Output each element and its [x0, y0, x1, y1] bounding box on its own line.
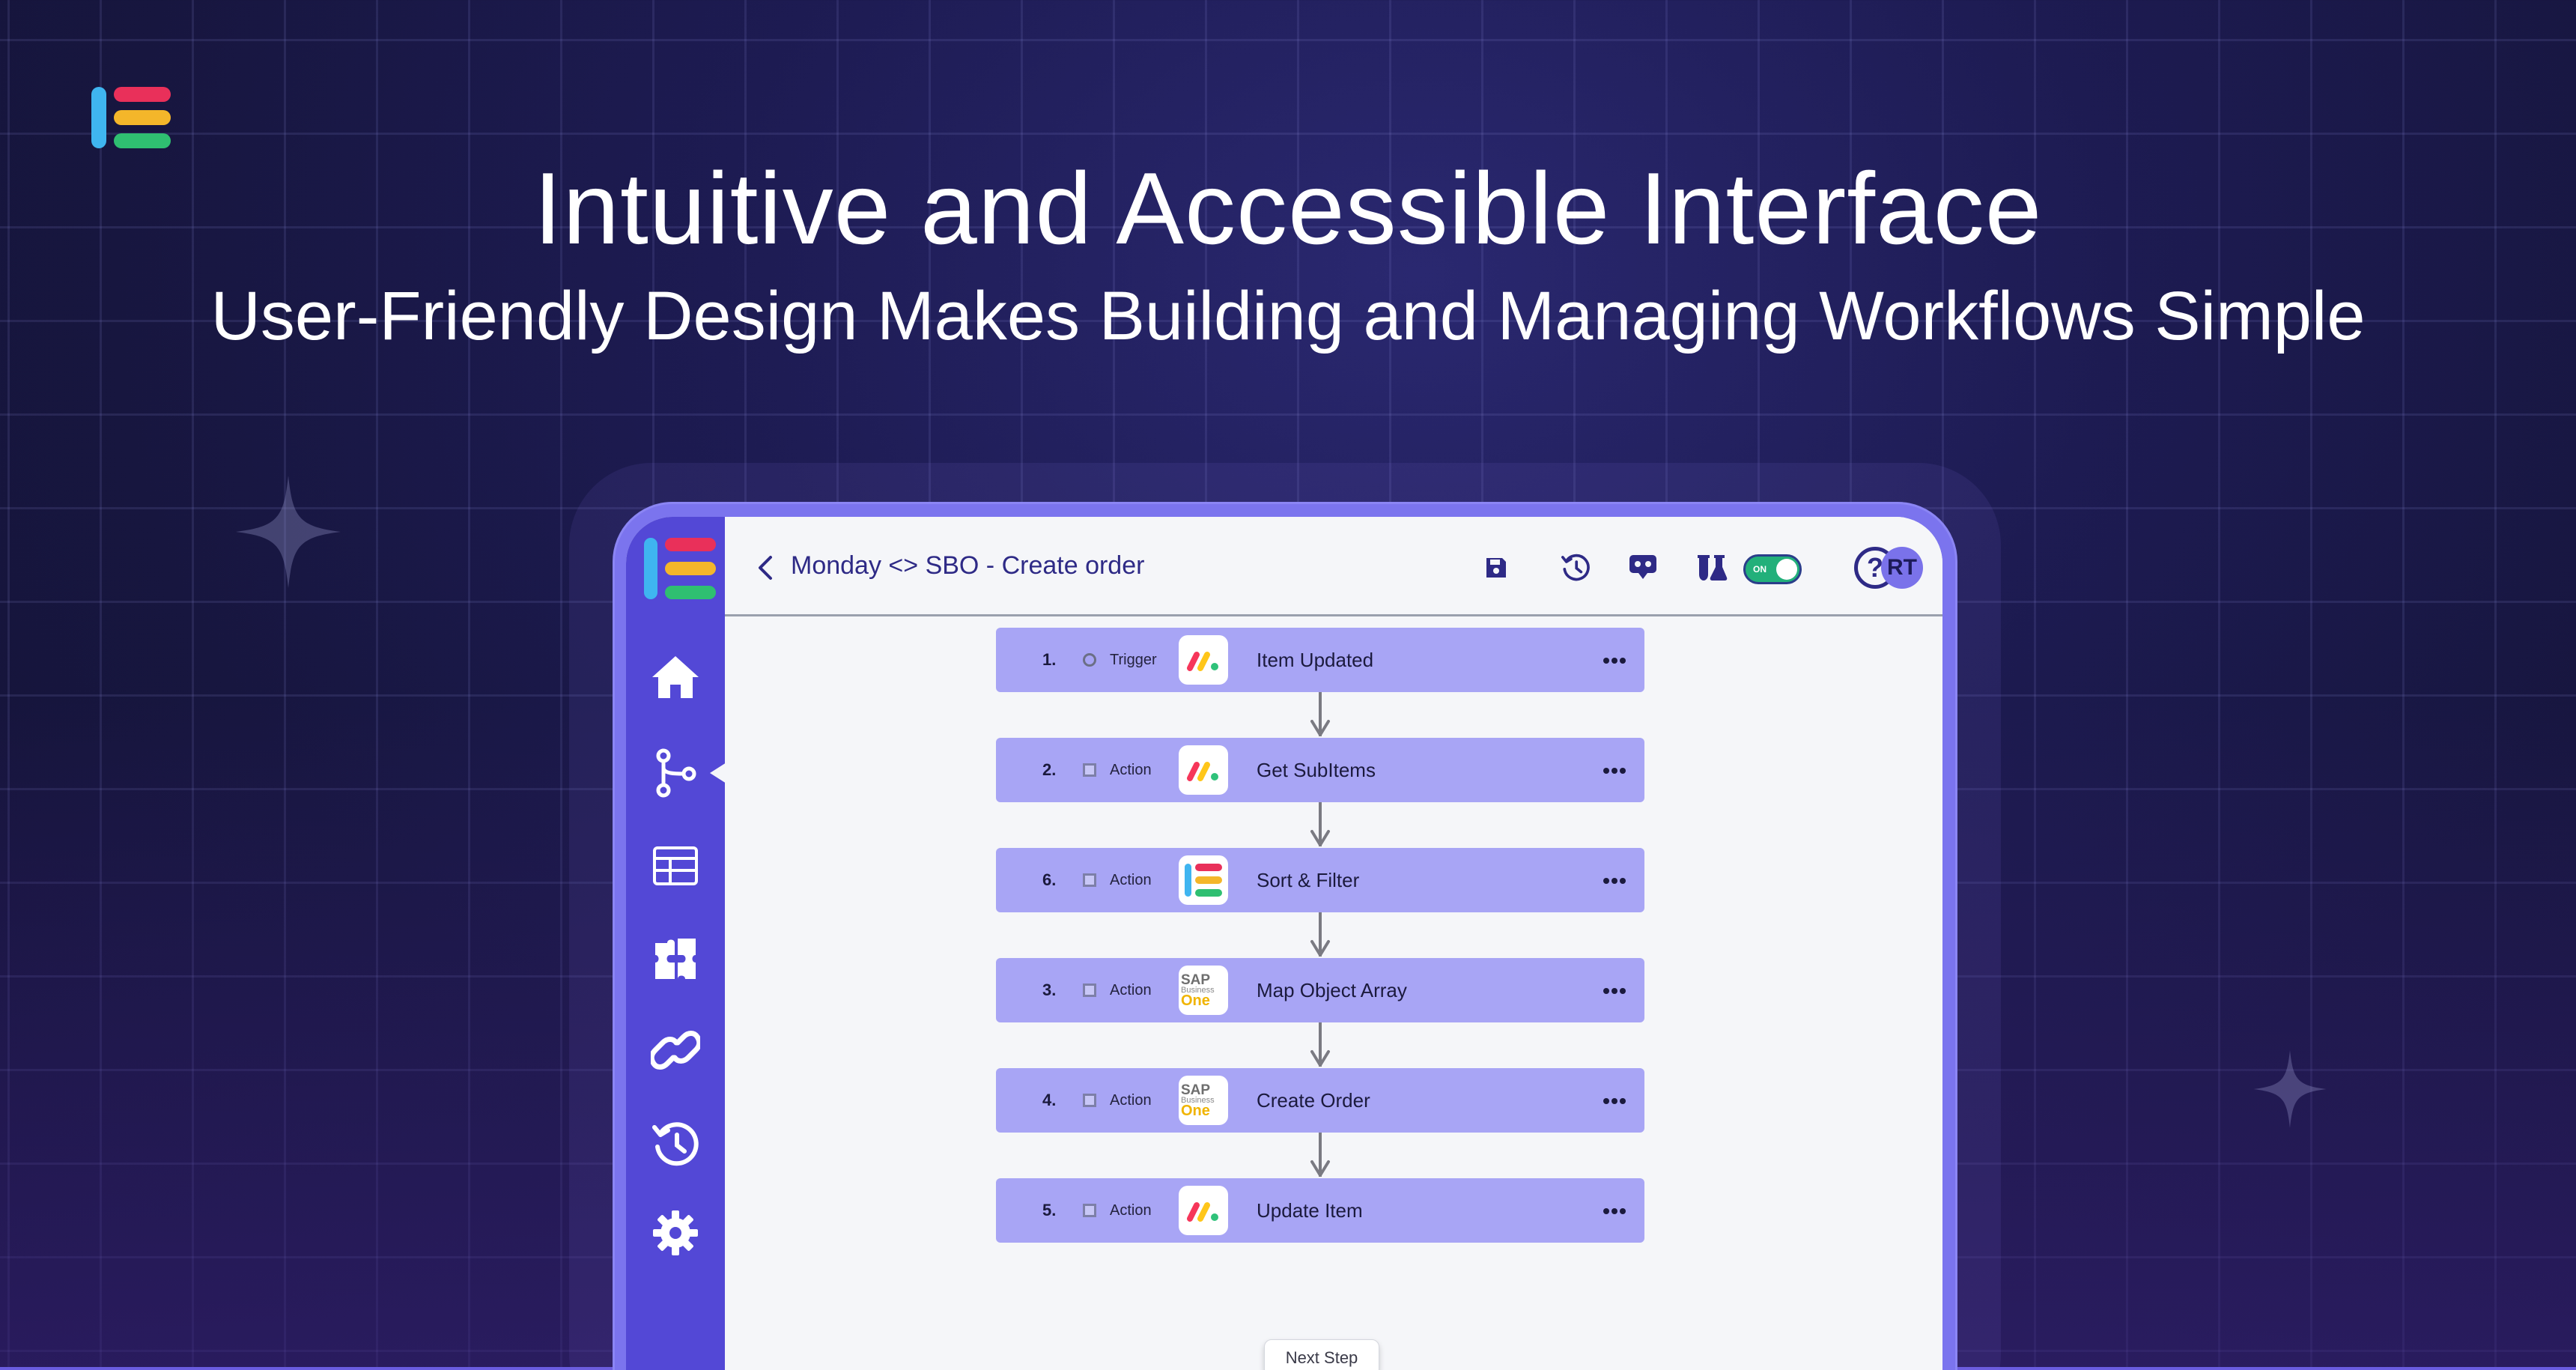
lab-test-button[interactable] — [1692, 548, 1731, 587]
more-horizontal-icon — [1603, 988, 1626, 994]
monday-icon — [1179, 745, 1228, 795]
save-icon — [1486, 558, 1506, 578]
step-more-button[interactable] — [1600, 866, 1629, 896]
workflow-active-toggle[interactable]: ON — [1743, 554, 1802, 584]
step-kind-label: Trigger — [1110, 651, 1157, 668]
user-avatar[interactable]: RT — [1881, 547, 1923, 589]
sidebar-item-history[interactable] — [647, 1116, 704, 1173]
workflow-step[interactable]: 1. Trigger Item Updated — [996, 628, 1644, 692]
sidebar-item-tables[interactable] — [647, 837, 704, 894]
more-horizontal-icon — [1603, 878, 1626, 884]
sap-business-one-icon: SAP Business One — [1179, 966, 1228, 1015]
workflow-step[interactable]: 4. Action SAP Business One Create Order — [996, 1068, 1644, 1133]
workflow-step[interactable]: 6. Action Sort & Filter — [996, 848, 1644, 912]
next-step-button[interactable]: Next Step — [1264, 1339, 1379, 1370]
puzzle-icon — [655, 939, 696, 979]
more-horizontal-icon — [1603, 1098, 1626, 1104]
step-more-button[interactable] — [1600, 756, 1629, 786]
step-more-button[interactable] — [1600, 1086, 1629, 1116]
sidebar-item-settings[interactable] — [647, 1204, 704, 1261]
workflow-header: Monday <> SBO - Create order ON ? RT — [725, 517, 1942, 616]
sparkle-icon — [2253, 1050, 2327, 1128]
step-kind-label: Action — [1110, 1201, 1152, 1219]
active-item-pointer — [710, 763, 726, 783]
version-history-button[interactable] — [1556, 548, 1595, 587]
step-title: Update Item — [1257, 1198, 1363, 1222]
step-number: 5. — [1042, 1201, 1057, 1219]
step-type-indicator-icon — [1083, 1094, 1096, 1107]
brand-logo-icon — [91, 85, 171, 150]
step-type-indicator-icon — [1083, 1204, 1096, 1217]
step-type-indicator-icon — [1083, 653, 1096, 667]
workflow-title[interactable]: Monday <> SBO - Create order — [791, 551, 1144, 581]
link-icon — [651, 1031, 700, 1070]
step-kind-label: Action — [1110, 871, 1152, 888]
history-icon — [652, 1122, 699, 1166]
sap-logo-text: SAP — [1181, 972, 1211, 988]
step-title: Sort & Filter — [1257, 868, 1360, 891]
more-horizontal-icon — [1603, 658, 1626, 664]
sparkle-icon — [236, 476, 341, 588]
gear-icon — [653, 1210, 698, 1255]
step-number: 4. — [1042, 1091, 1057, 1109]
test-bot-icon — [1629, 555, 1656, 579]
app-window: Monday <> SBO - Create order ON ? RT Nex… — [626, 517, 1942, 1370]
sidebar-item-connections[interactable] — [647, 1022, 704, 1079]
more-horizontal-icon — [1603, 768, 1626, 774]
workflow-step[interactable]: 3. Action SAP Business One Map Object Array — [996, 958, 1644, 1022]
workflow-canvas: Next Step 1. Trigger Item Updated 2. Action G… — [725, 619, 1942, 1370]
more-horizontal-icon — [1603, 1208, 1626, 1214]
home-icon — [652, 656, 699, 698]
step-title: Create Order — [1257, 1088, 1370, 1112]
step-more-button[interactable] — [1600, 1196, 1629, 1226]
toggle-knob — [1776, 559, 1797, 580]
workflow-step[interactable]: 2. Action Get SubItems — [996, 738, 1644, 802]
step-type-indicator-icon — [1083, 763, 1096, 777]
sap-logo-text: One — [1181, 992, 1210, 1009]
step-type-indicator-icon — [1083, 983, 1096, 997]
step-title: Get SubItems — [1257, 758, 1376, 781]
step-kind-label: Action — [1110, 761, 1152, 778]
step-more-button[interactable] — [1600, 976, 1629, 1006]
step-title: Item Updated — [1257, 648, 1374, 671]
monday-icon — [1179, 1186, 1228, 1235]
back-button[interactable] — [752, 553, 779, 583]
sap-logo-text: One — [1181, 1102, 1210, 1119]
step-number: 1. — [1042, 650, 1057, 669]
version-history-icon — [1561, 554, 1590, 581]
lab-flask-icon — [1698, 555, 1728, 581]
step-number: 2. — [1042, 760, 1057, 779]
sap-business-one-icon: SAP Business One — [1179, 1076, 1228, 1125]
step-title: Map Object Array — [1257, 978, 1407, 1001]
step-type-indicator-icon — [1083, 873, 1096, 887]
toggle-label: ON — [1753, 564, 1767, 575]
step-kind-label: Action — [1110, 1091, 1152, 1109]
brand-logo-icon — [1179, 855, 1228, 905]
hero-subheadline: User-Friendly Design Makes Building and … — [210, 278, 2366, 354]
sidebar-logo-icon[interactable] — [644, 538, 716, 599]
workflow-step[interactable]: 5. Action Update Item — [996, 1178, 1644, 1243]
sidebar-item-integrations[interactable] — [647, 930, 704, 987]
sidebar-item-workflows[interactable] — [647, 745, 704, 801]
step-number: 3. — [1042, 980, 1057, 999]
chevron-left-icon — [759, 556, 772, 580]
step-number: 6. — [1042, 870, 1057, 889]
monday-icon — [1179, 635, 1228, 685]
test-bot-button[interactable] — [1623, 548, 1662, 587]
sidebar-item-home[interactable] — [647, 649, 704, 706]
sap-logo-text: SAP — [1181, 1082, 1211, 1098]
save-button[interactable] — [1477, 548, 1516, 587]
workflow-branch-icon — [656, 748, 696, 798]
table-icon — [653, 846, 698, 885]
sidebar — [626, 517, 726, 1370]
step-kind-label: Action — [1110, 981, 1152, 998]
step-more-button[interactable] — [1600, 646, 1629, 676]
hero-headline: Intuitive and Accessible Interface — [533, 151, 2043, 265]
